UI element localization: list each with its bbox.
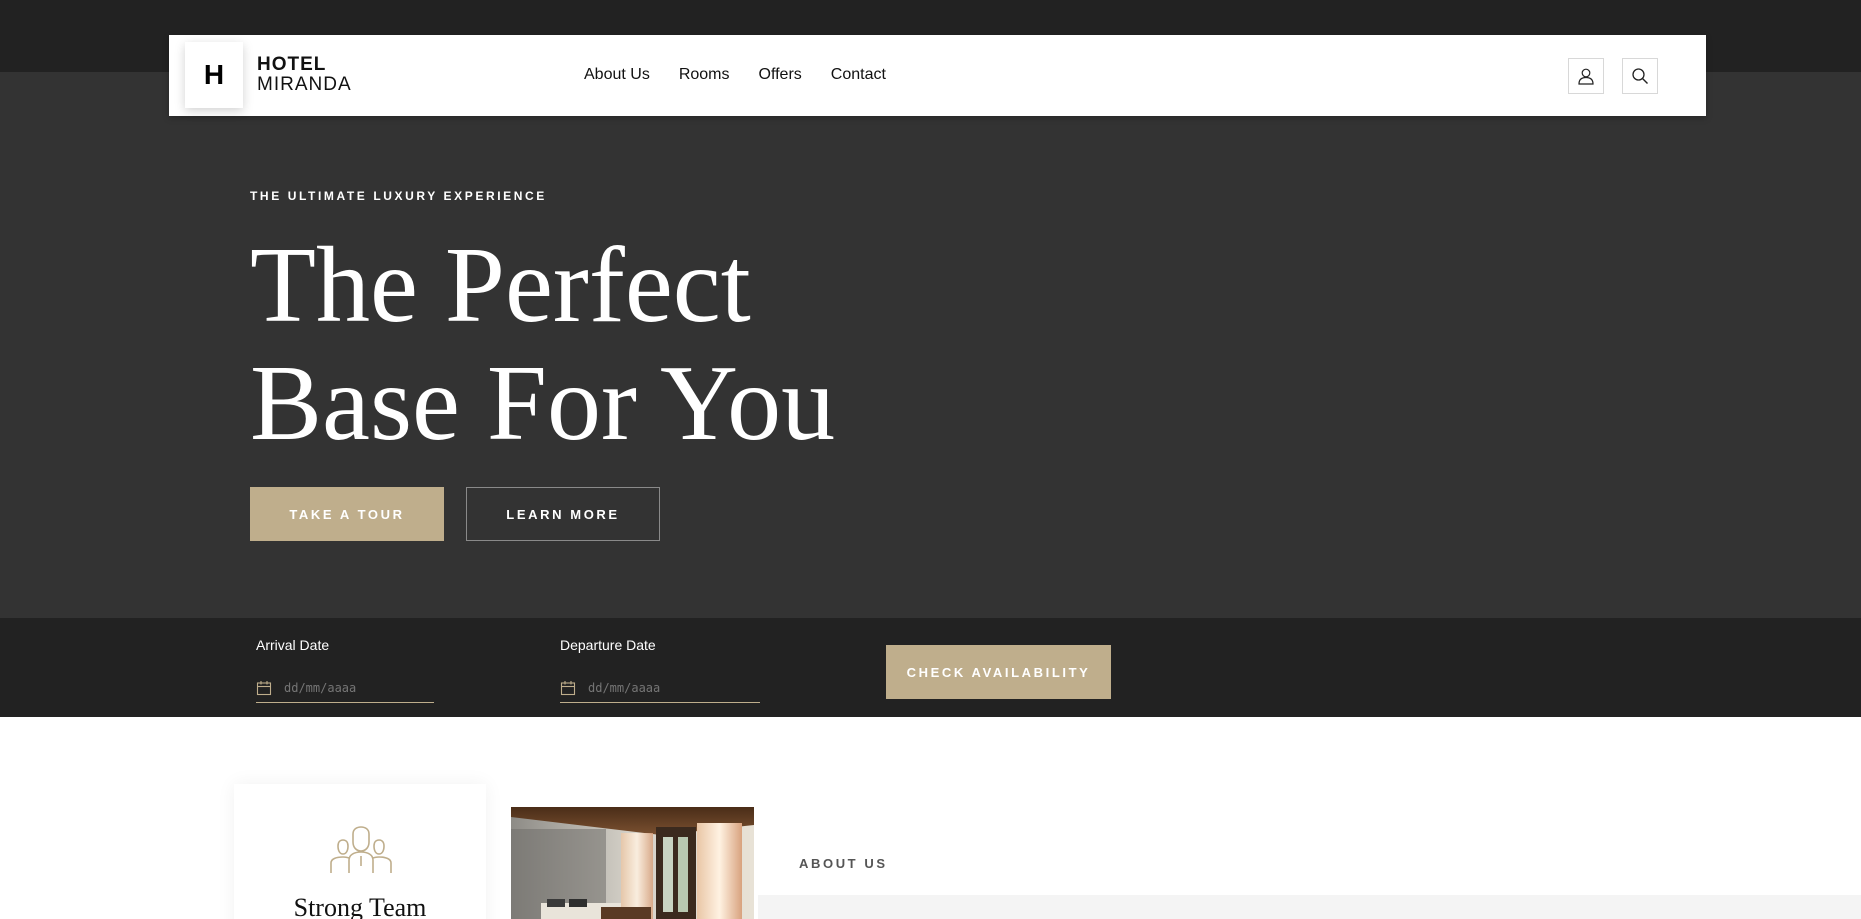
about-us-label: ABOUT US [799, 856, 888, 871]
booking-bar: Arrival Date Departure Date CHECK AVAILA… [0, 618, 1861, 717]
main-nav: About Us Rooms Offers Contact [584, 66, 886, 84]
site-header: H HOTEL MIRANDA About Us Rooms Offers Co… [169, 35, 1706, 116]
account-button[interactable] [1568, 58, 1604, 94]
hero-headline-line2: Base For You [250, 344, 836, 463]
user-icon [1578, 68, 1594, 85]
feature-card-strong-team: Strong Team [234, 784, 486, 919]
room-photo-image [511, 807, 754, 919]
hero-headline-line1: The Perfect [250, 226, 751, 345]
departure-date-input[interactable] [588, 681, 728, 695]
arrival-date-input[interactable] [284, 681, 424, 695]
about-panel [758, 895, 1861, 919]
search-button[interactable] [1622, 58, 1658, 94]
departure-date-label: Departure Date [560, 637, 656, 653]
nav-offers[interactable]: Offers [759, 66, 802, 84]
arrival-date-field[interactable] [256, 674, 434, 703]
hero-headline: The Perfect Base For You [250, 227, 835, 463]
calendar-icon [256, 681, 272, 696]
feature-card-title: Strong Team [293, 893, 427, 919]
hero-eyebrow: THE ULTIMATE LUXURY EXPERIENCE [250, 189, 547, 203]
search-icon [1632, 68, 1648, 84]
logo-text[interactable]: HOTEL MIRANDA [257, 55, 352, 95]
departure-date-field[interactable] [560, 674, 760, 703]
nav-contact[interactable]: Contact [831, 66, 886, 84]
learn-more-button[interactable]: LEARN MORE [466, 487, 660, 541]
nav-about-us[interactable]: About Us [584, 66, 650, 84]
arrival-date-label: Arrival Date [256, 637, 330, 653]
team-icon [330, 826, 392, 873]
check-availability-button[interactable]: CHECK AVAILABILITY [886, 645, 1111, 699]
logo-line-miranda: MIRANDA [257, 74, 352, 95]
take-a-tour-button[interactable]: TAKE A TOUR [250, 487, 444, 541]
nav-rooms[interactable]: Rooms [679, 66, 730, 84]
logo-mark[interactable]: H [185, 42, 243, 108]
logo-line-hotel: HOTEL [257, 54, 327, 75]
calendar-icon [560, 681, 576, 696]
room-photo [511, 807, 754, 919]
